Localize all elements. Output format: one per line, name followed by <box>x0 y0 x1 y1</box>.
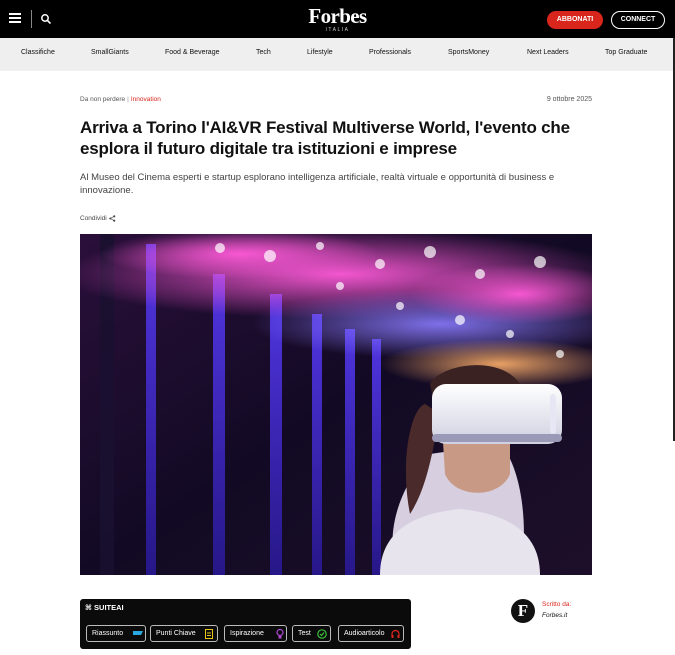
subscribe-button[interactable]: ABBONATI <box>547 11 603 29</box>
publish-date: 9 ottobre 2025 <box>546 96 592 103</box>
audio-article-label: Audioarticolo <box>344 630 385 637</box>
test-button[interactable]: Test <box>292 625 331 642</box>
suite-ai-label: SUITEAI <box>94 603 124 612</box>
summary-label: Riassunto <box>92 630 124 637</box>
share-icon <box>109 215 116 222</box>
author-name[interactable]: Forbes.it <box>542 612 567 619</box>
article-breadcrumb: Da non perdere | Innovation <box>80 96 161 103</box>
vr-headset-photo <box>80 234 592 575</box>
nav-item-food-beverage[interactable]: Food & Beverage <box>165 49 219 56</box>
nav-item-sportsmoney[interactable]: SportsMoney <box>448 49 489 56</box>
breadcrumb-separator: | <box>127 96 129 103</box>
summary-icon <box>133 631 143 635</box>
search-icon[interactable] <box>40 13 52 25</box>
top-bar: Forbes ITALIA ABBONATI CONNECT <box>0 0 675 38</box>
suite-ai-panel: ⌘ SUITEAI Riassunto Punti Chiave Ispiraz… <box>80 599 411 649</box>
share-button[interactable]: Condividi <box>80 215 116 222</box>
nav-item-smallgiants[interactable]: SmallGiants <box>91 49 129 56</box>
article-title: Arriva a Torino l'AI&VR Festival Multive… <box>80 118 570 158</box>
inspiration-button[interactable]: Ispirazione <box>224 625 287 642</box>
connect-button[interactable]: CONNECT <box>611 11 665 29</box>
hamburger-menu-icon[interactable] <box>9 13 21 23</box>
summary-button[interactable]: Riassunto <box>86 625 146 642</box>
topbar-divider <box>31 10 32 28</box>
headphones-icon <box>391 629 400 638</box>
category-nav: Classifiche SmallGiants Food & Beverage … <box>0 38 675 71</box>
author-label: Scritto da: <box>542 601 572 608</box>
lightbulb-icon <box>276 629 284 639</box>
test-label: Test <box>298 630 311 637</box>
key-points-button[interactable]: Punti Chiave <box>150 625 218 642</box>
check-circle-icon <box>317 629 327 639</box>
nav-item-top-graduate[interactable]: Top Graduate <box>605 49 647 56</box>
article-subtitle: Al Museo del Cinema esperti e startup es… <box>80 172 555 196</box>
nav-item-next-leaders[interactable]: Next Leaders <box>527 49 569 56</box>
inspiration-label: Ispirazione <box>230 630 264 637</box>
nav-item-professionals[interactable]: Professionals <box>369 49 411 56</box>
author-avatar[interactable]: F <box>511 599 535 623</box>
nav-item-classifiche[interactable]: Classifiche <box>21 49 55 56</box>
document-icon <box>205 629 213 639</box>
kicker-label[interactable]: Da non perdere <box>80 96 125 103</box>
suite-ai-title: ⌘ SUITEAI <box>85 603 124 612</box>
audio-article-button[interactable]: Audioarticolo <box>338 625 404 642</box>
nav-item-lifestyle[interactable]: Lifestyle <box>307 49 333 56</box>
share-label: Condividi <box>80 215 107 223</box>
category-link[interactable]: Innovation <box>131 96 161 103</box>
nav-item-tech[interactable]: Tech <box>256 49 271 56</box>
key-points-label: Punti Chiave <box>156 630 196 637</box>
hero-image <box>80 234 592 575</box>
